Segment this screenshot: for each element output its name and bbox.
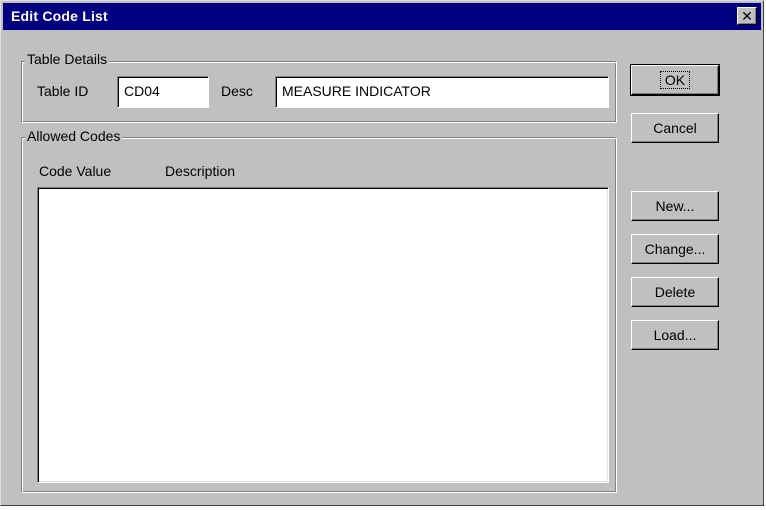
load-button-label: Load... xyxy=(653,327,697,343)
window-title: Edit Code List xyxy=(11,8,108,24)
new-button-label: New... xyxy=(655,198,695,214)
close-button[interactable]: ✕ xyxy=(737,7,757,25)
delete-button-label: Delete xyxy=(654,284,696,300)
desc-field[interactable]: MEASURE INDICATOR xyxy=(275,76,609,108)
column-header-description[interactable]: Description xyxy=(165,163,235,179)
load-button[interactable]: Load... xyxy=(631,320,719,350)
ok-button-label: OK xyxy=(659,71,691,89)
close-icon: ✕ xyxy=(741,8,753,24)
change-button[interactable]: Change... xyxy=(631,234,719,264)
cancel-button[interactable]: Cancel xyxy=(631,113,719,143)
table-details-label: Table Details xyxy=(25,51,110,67)
edit-code-list-dialog: Edit Code List ✕ Table Details Table ID … xyxy=(0,0,764,506)
allowed-codes-label: Allowed Codes xyxy=(25,128,123,144)
cancel-button-label: Cancel xyxy=(653,120,697,136)
column-header-code-value[interactable]: Code Value xyxy=(39,163,111,179)
change-button-label: Change... xyxy=(644,241,706,257)
table-id-label: Table ID xyxy=(37,83,89,99)
new-button[interactable]: New... xyxy=(631,191,719,221)
delete-button[interactable]: Delete xyxy=(631,277,719,307)
ok-button[interactable]: OK xyxy=(630,64,720,96)
title-bar[interactable]: Edit Code List ✕ xyxy=(3,3,761,30)
desc-label: Desc xyxy=(221,83,253,99)
allowed-codes-list[interactable] xyxy=(37,187,609,483)
table-id-field[interactable]: CD04 xyxy=(117,76,209,108)
